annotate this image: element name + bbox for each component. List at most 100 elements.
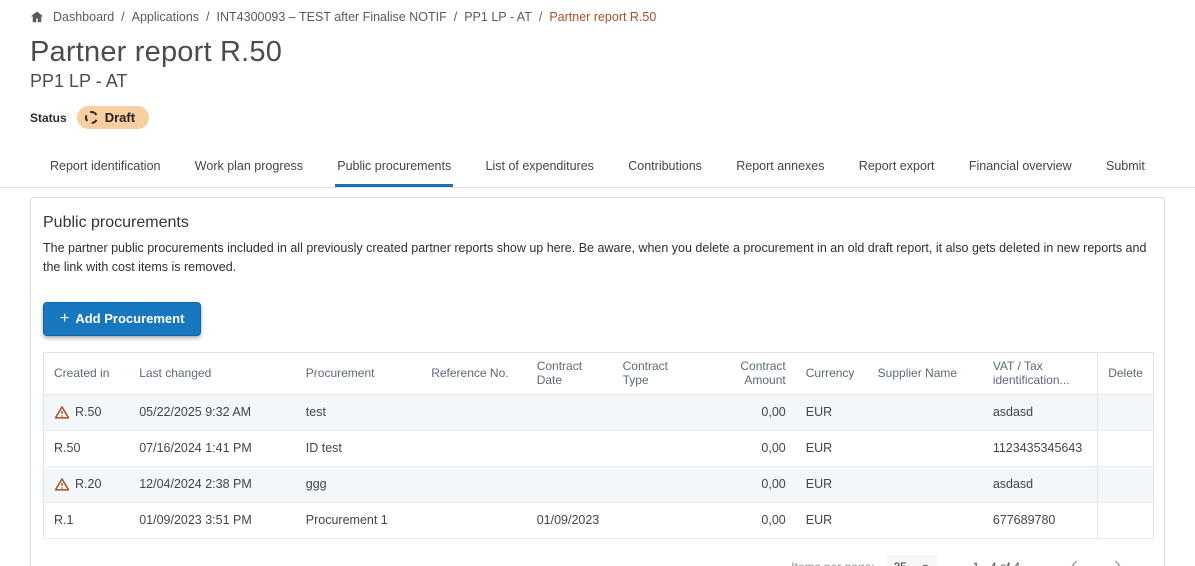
section-title: Public procurements xyxy=(43,214,1152,232)
column-header-currency: Currency xyxy=(796,352,868,394)
chevron-left-icon xyxy=(1068,558,1082,566)
pagination: Items per page: 25 ▼ 1 - 4 of 4 xyxy=(43,555,1152,566)
next-page-button[interactable] xyxy=(1096,558,1138,566)
tab-public-procurements[interactable]: Public procurements xyxy=(335,147,453,187)
cell-contract-amount: 0,00 xyxy=(702,430,796,466)
tab-financial-overview[interactable]: Financial overview xyxy=(967,147,1074,187)
cell-supplier-name xyxy=(868,430,983,466)
public-procurements-panel: Public procurements The partner public p… xyxy=(30,197,1165,566)
breadcrumb-separator: / xyxy=(454,10,457,24)
breadcrumb-link-partner[interactable]: PP1 LP - AT xyxy=(464,10,532,24)
cell-procurement: ID test xyxy=(296,430,421,466)
tab-report-annexes[interactable]: Report annexes xyxy=(734,147,826,187)
cell-contract-type xyxy=(613,466,703,502)
column-header-contract-type: Contract Type xyxy=(613,352,703,394)
breadcrumb: Dashboard / Applications / INT4300093 – … xyxy=(0,0,1195,24)
cell-last-changed: 12/04/2024 2:38 PM xyxy=(129,466,296,502)
cell-vat: 677689780 xyxy=(983,502,1098,538)
cell-contract-amount: 0,00 xyxy=(702,502,796,538)
cell-created-in: R.50 xyxy=(75,405,101,419)
procurements-table: Created in Last changed Procurement Refe… xyxy=(43,352,1154,539)
tab-work-plan-progress[interactable]: Work plan progress xyxy=(193,147,305,187)
cell-currency: EUR xyxy=(796,466,868,502)
cell-reference-no xyxy=(421,430,526,466)
cell-delete xyxy=(1098,502,1154,538)
column-header-reference-no: Reference No. xyxy=(421,352,526,394)
cell-last-changed: 01/09/2023 3:51 PM xyxy=(129,502,296,538)
breadcrumb-separator: / xyxy=(121,10,124,24)
column-header-procurement: Procurement xyxy=(296,352,421,394)
table-header-row: Created in Last changed Procurement Refe… xyxy=(44,352,1154,394)
tab-report-export[interactable]: Report export xyxy=(857,147,937,187)
cell-contract-type xyxy=(613,502,703,538)
cell-procurement: test xyxy=(296,394,421,430)
cell-vat: asdasd xyxy=(983,466,1098,502)
breadcrumb-separator: / xyxy=(539,10,542,24)
breadcrumb-current: Partner report R.50 xyxy=(549,10,656,24)
cell-delete xyxy=(1098,466,1154,502)
cell-contract-date xyxy=(527,394,613,430)
cell-procurement: ggg xyxy=(296,466,421,502)
table-row[interactable]: R.50 07/16/2024 1:41 PM ID test 0,00 EUR… xyxy=(44,430,1154,466)
table-row[interactable]: R.50 05/22/2025 9:32 AM test 0,00 EUR as… xyxy=(44,394,1154,430)
cell-procurement: Procurement 1 xyxy=(296,502,421,538)
column-header-vat: VAT / Tax identification... xyxy=(983,352,1098,394)
items-per-page-label: Items per page: xyxy=(791,560,874,566)
status-label: Status xyxy=(30,111,67,125)
breadcrumb-link-application-id[interactable]: INT4300093 – TEST after Finalise NOTIF xyxy=(217,10,447,24)
column-header-contract-date: Contract Date xyxy=(527,352,613,394)
tab-bar: Report identification Work plan progress… xyxy=(0,147,1195,188)
cell-supplier-name xyxy=(868,394,983,430)
cell-contract-type xyxy=(613,430,703,466)
cell-contract-date xyxy=(527,430,613,466)
tab-list-of-expenditures[interactable]: List of expenditures xyxy=(484,147,596,187)
status-row: Status Draft xyxy=(30,106,1195,129)
cell-created-in: R.20 xyxy=(75,477,101,491)
cell-currency: EUR xyxy=(796,430,868,466)
tab-contributions[interactable]: Contributions xyxy=(626,147,704,187)
cell-delete xyxy=(1098,394,1154,430)
column-header-delete: Delete xyxy=(1098,352,1154,394)
cell-reference-no xyxy=(421,394,526,430)
cell-contract-date xyxy=(527,466,613,502)
breadcrumb-link-applications[interactable]: Applications xyxy=(132,10,199,24)
cell-contract-date: 01/09/2023 xyxy=(527,502,613,538)
cell-currency: EUR xyxy=(796,394,868,430)
cell-contract-amount: 0,00 xyxy=(702,466,796,502)
cell-created-in: R.1 xyxy=(54,513,73,527)
previous-page-button[interactable] xyxy=(1054,558,1096,566)
warning-icon xyxy=(54,405,70,420)
status-value: Draft xyxy=(105,110,135,125)
cell-supplier-name xyxy=(868,502,983,538)
home-icon[interactable] xyxy=(30,10,44,24)
breadcrumb-link-dashboard[interactable]: Dashboard xyxy=(53,10,114,24)
plus-icon: + xyxy=(60,311,69,327)
cell-contract-amount: 0,00 xyxy=(702,394,796,430)
tab-submit[interactable]: Submit xyxy=(1104,147,1147,187)
table-row[interactable]: R.20 12/04/2024 2:38 PM ggg 0,00 EUR asd… xyxy=(44,466,1154,502)
items-per-page-value: 25 xyxy=(894,560,907,566)
cell-contract-type xyxy=(613,394,703,430)
draft-status-icon xyxy=(85,111,98,124)
items-per-page-select[interactable]: 25 ▼ xyxy=(887,555,937,566)
page-title: Partner report R.50 xyxy=(30,36,1195,69)
chevron-right-icon xyxy=(1110,558,1124,566)
cell-reference-no xyxy=(421,466,526,502)
cell-created-in: R.50 xyxy=(54,441,80,455)
cell-supplier-name xyxy=(868,466,983,502)
warning-icon xyxy=(54,477,70,492)
table-row[interactable]: R.1 01/09/2023 3:51 PM Procurement 1 01/… xyxy=(44,502,1154,538)
page-subtitle: PP1 LP - AT xyxy=(30,71,1195,92)
column-header-contract-amount: Contract Amount xyxy=(702,352,796,394)
cell-currency: EUR xyxy=(796,502,868,538)
column-header-supplier-name: Supplier Name xyxy=(868,352,983,394)
add-procurement-label: Add Procurement xyxy=(75,311,184,326)
cell-vat: asdasd xyxy=(983,394,1098,430)
section-description: The partner public procurements included… xyxy=(43,239,1152,278)
pagination-range: 1 - 4 of 4 xyxy=(973,560,1020,566)
breadcrumb-separator: / xyxy=(206,10,209,24)
cell-vat: 1123435345643 xyxy=(983,430,1098,466)
tab-report-identification[interactable]: Report identification xyxy=(48,147,162,187)
chevron-down-icon: ▼ xyxy=(921,562,930,566)
add-procurement-button[interactable]: + Add Procurement xyxy=(43,302,201,336)
